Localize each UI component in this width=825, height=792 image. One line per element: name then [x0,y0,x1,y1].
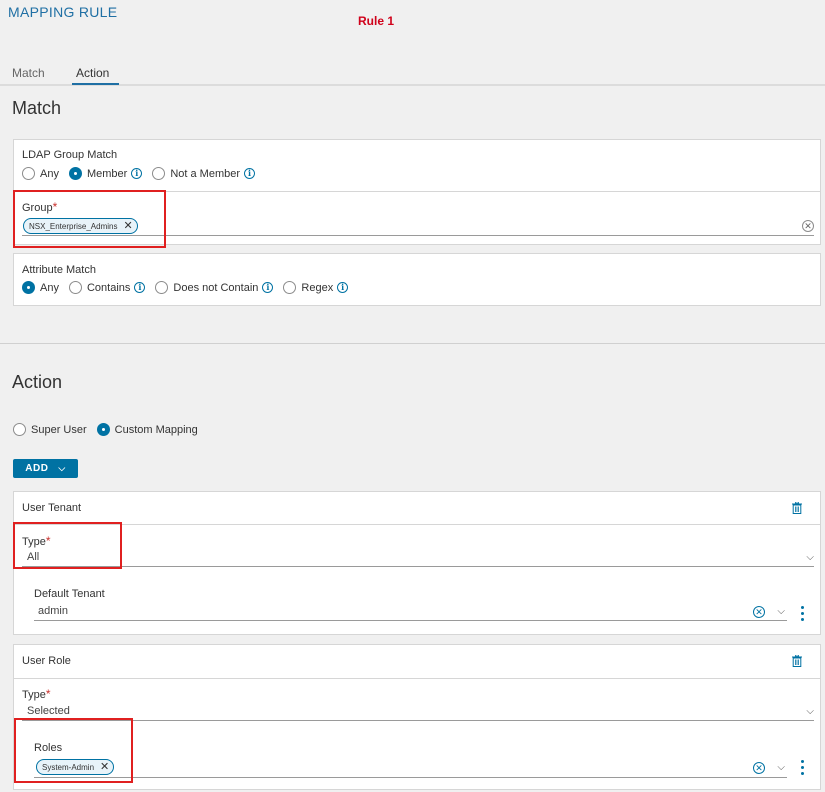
custom-mapping-radio[interactable]: Custom Mapping [96,423,198,436]
user-tenant-title: User Tenant [22,502,82,514]
clear-icon[interactable]: ✕ [753,606,765,618]
more-options-icon[interactable] [800,604,804,622]
info-icon[interactable]: i [134,282,146,293]
action-section-title: Action [12,372,63,392]
user-role-title: User Role [22,655,71,667]
attribute-any-radio[interactable]: Any [22,281,59,294]
mapping-mode-radio-group: Super User Custom Mapping [13,423,208,436]
tab-action[interactable]: Action [76,66,109,80]
tab-match[interactable]: Match [12,66,45,80]
more-options-icon[interactable] [800,758,804,776]
clear-icon[interactable]: ✕ [753,762,765,774]
ldap-not-member-radio[interactable]: Not a Member i [152,167,256,180]
radio-on-icon [96,423,110,436]
info-icon[interactable]: i [262,282,274,293]
super-user-radio[interactable]: Super User [13,423,87,436]
group-highlight-box [13,190,166,248]
clear-icon[interactable]: ✕ [802,220,814,232]
role-type-select[interactable]: Selected ⌵ [22,703,814,721]
radio-off-icon [152,167,166,180]
section-divider [0,343,825,344]
info-icon[interactable]: i [244,168,256,179]
info-icon[interactable]: i [131,168,143,179]
chevron-down-icon: ⌵ [806,552,814,563]
info-icon[interactable]: i [337,282,349,293]
attribute-match-card: Attribute Match Any Contains i Does not … [13,253,821,306]
chevron-down-icon: ⌵ [777,606,785,617]
ldap-member-radio[interactable]: Member i [68,167,143,180]
radio-off-icon [13,423,26,436]
default-tenant-label: Default Tenant [34,588,105,600]
chevron-down-icon: ⌵ [777,762,785,773]
ldap-group-match-label: LDAP Group Match [22,149,118,161]
tenant-type-select[interactable]: All ⌵ [22,549,814,567]
user-tenant-card: User Tenant Type* All ⌵ Default Tenant a… [13,491,821,635]
active-tab-indicator [72,83,119,85]
attribute-not-contain-radio[interactable]: Does not Contain i [155,281,274,294]
attribute-match-label: Attribute Match [22,264,96,276]
role-type-label: Type* [22,687,51,701]
tab-bar: Match Action [0,62,825,86]
page-title: MAPPING RULE [8,4,118,20]
attribute-match-radio-group: Any Contains i Does not Contain i Regex … [22,281,358,294]
radio-off-icon [68,281,82,294]
ldap-any-radio[interactable]: Any [22,167,59,180]
radio-off-icon [22,167,35,180]
attribute-regex-radio[interactable]: Regex i [283,281,349,294]
radio-off-icon [283,281,297,294]
default-tenant-select[interactable]: admin ✕ ⌵ [34,603,787,621]
user-role-card: User Role Type* Selected ⌵ Roles System-… [13,644,821,790]
radio-on-icon [22,281,35,294]
chevron-down-icon: ⌵ [58,463,66,473]
match-section-title: Match [12,98,62,118]
trash-icon[interactable] [792,502,802,514]
radio-off-icon [155,281,169,294]
tenant-type-highlight-box [13,522,122,569]
rule-label: Rule 1 [358,14,395,28]
trash-icon[interactable] [792,655,802,667]
divider [14,524,820,525]
radio-on-icon [68,167,82,180]
attribute-contains-radio[interactable]: Contains i [68,281,146,294]
ldap-match-radio-group: Any Member i Not a Member i [22,167,265,180]
chevron-down-icon: ⌵ [806,706,814,717]
roles-input[interactable]: System-Admin ✕ ✕ ⌵ [34,757,787,778]
divider [14,678,820,679]
roles-highlight-box [14,718,133,783]
add-button[interactable]: ADD ⌵ [13,459,78,478]
